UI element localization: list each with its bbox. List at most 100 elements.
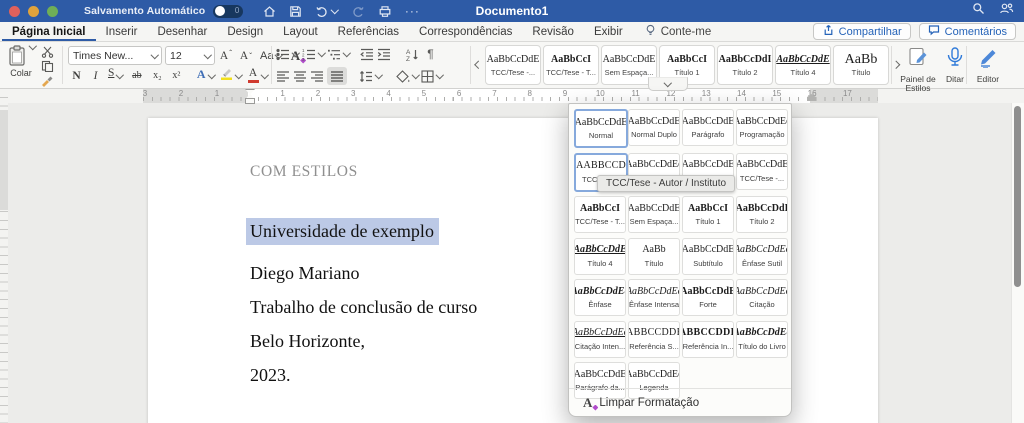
- font-color-button[interactable]: A: [246, 67, 270, 84]
- ribbon-tab[interactable]: Desenhar: [147, 22, 217, 41]
- clear-formatting-item[interactable]: A Limpar Formatação: [569, 388, 791, 416]
- minimize-window-button[interactable]: [28, 6, 39, 17]
- style-card[interactable]: AaBbCcDdI Título 2: [736, 196, 788, 233]
- more-commands-icon[interactable]: ···: [405, 6, 420, 16]
- decrease-indent-button[interactable]: [360, 48, 374, 61]
- style-gallery-card[interactable]: AaBbCcDdE Título 4: [775, 45, 831, 85]
- style-label: TCC/Tese - T...: [575, 217, 625, 226]
- style-card[interactable]: AaBbCcDdE TCC/Tese -...: [736, 153, 788, 190]
- font-size-select[interactable]: 12: [165, 46, 215, 65]
- ribbon-tab[interactable]: Referências: [328, 22, 409, 41]
- style-preview: AaBbCcDdE: [574, 369, 626, 381]
- show-paragraph-marks-button[interactable]: ¶: [423, 46, 439, 62]
- ribbon-tab[interactable]: Design: [217, 22, 273, 41]
- style-card[interactable]: AaBbCcDdEe Ênfase Intensa: [628, 279, 680, 316]
- style-card[interactable]: AABBCCDDEE Referência S...: [628, 321, 680, 358]
- save-icon[interactable]: [289, 5, 302, 18]
- style-card[interactable]: AaBbCcDdEe Título do Livro: [736, 321, 788, 358]
- selected-text[interactable]: Universidade de exemplo: [246, 218, 439, 245]
- style-card[interactable]: AaBbCcDdE Sem Espaça...: [628, 196, 680, 233]
- left-indent-marker[interactable]: [245, 98, 255, 104]
- share-presence-icon[interactable]: [999, 2, 1014, 20]
- document-line[interactable]: Belo Horizonte,: [250, 324, 477, 358]
- align-right-button[interactable]: [310, 70, 324, 83]
- ribbon-tab[interactable]: Layout: [273, 22, 328, 41]
- style-card[interactable]: AaBbCcDdEe Ênfase: [574, 279, 626, 316]
- style-card[interactable]: AaBbCcDdEe Citação Inten...: [574, 321, 626, 358]
- close-window-button[interactable]: [9, 6, 20, 17]
- style-card[interactable]: AaBbCcDdE Subtítulo: [682, 238, 734, 275]
- style-card[interactable]: AaBbCcI TCC/Tese - T...: [574, 196, 626, 233]
- style-card[interactable]: AaBbCcDdE Forte: [682, 279, 734, 316]
- justify-button[interactable]: [327, 67, 347, 85]
- gallery-scroll-left[interactable]: [474, 46, 483, 84]
- undo-dropdown-chevron[interactable]: [331, 6, 339, 14]
- line-spacing-button[interactable]: [359, 70, 382, 83]
- tell-me[interactable]: Conte-me: [645, 22, 712, 41]
- superscript-button[interactable]: x²: [168, 67, 185, 84]
- document-line[interactable]: 2023.: [250, 358, 477, 392]
- style-card[interactable]: AaBbCcDdE Parágrafo: [682, 109, 734, 146]
- style-card[interactable]: AaBbCcDdEe Programação: [736, 109, 788, 146]
- style-card[interactable]: AaBbCcI Título 1: [682, 196, 734, 233]
- ribbon-tab[interactable]: Correspondências: [409, 22, 522, 41]
- style-gallery-card[interactable]: AaBbCcDdI Título 2: [717, 45, 773, 85]
- style-card[interactable]: AaBbCcDdEe Citação: [736, 279, 788, 316]
- style-card[interactable]: AABBCCDDEE Referência In...: [682, 321, 734, 358]
- document-heading[interactable]: COM ESTILOS: [250, 163, 358, 181]
- document-line[interactable]: Diego Mariano: [250, 256, 477, 290]
- align-left-button[interactable]: [276, 70, 290, 83]
- ribbon-tab[interactable]: Exibir: [584, 22, 633, 41]
- format-painter-icon[interactable]: [40, 74, 54, 87]
- ribbon-tab[interactable]: Revisão: [522, 22, 584, 41]
- font-name-select[interactable]: Times New...: [68, 46, 162, 65]
- comments-button[interactable]: Comentários: [919, 23, 1016, 40]
- grow-font-button[interactable]: A⌃: [218, 47, 235, 64]
- cut-icon[interactable]: [40, 46, 54, 58]
- sort-button[interactable]: AZ: [405, 48, 420, 61]
- bullet-list-button[interactable]: [276, 48, 299, 61]
- style-card[interactable]: AaBbCcDdE Normal: [574, 109, 628, 148]
- highlight-button[interactable]: [218, 67, 244, 84]
- increase-indent-button[interactable]: [377, 48, 391, 61]
- styles-gallery-expander[interactable]: [648, 77, 688, 91]
- bold-button[interactable]: N: [68, 67, 85, 84]
- strikethrough-button[interactable]: ab: [127, 67, 147, 84]
- shading-button[interactable]: [396, 70, 419, 83]
- vertical-scrollbar[interactable]: [1011, 103, 1024, 423]
- print-icon[interactable]: [378, 5, 392, 18]
- selected-text-line[interactable]: Universidade de exemplo: [246, 221, 439, 242]
- style-card[interactable]: AaBbCcDdE Normal Duplo: [628, 109, 680, 146]
- ribbon-tab[interactable]: Página Inicial: [2, 22, 96, 41]
- style-gallery-card[interactable]: AaBb Título: [833, 45, 889, 85]
- multilevel-list-button[interactable]: [327, 48, 350, 61]
- ribbon-tab[interactable]: Inserir: [96, 22, 148, 41]
- italic-button[interactable]: I: [87, 67, 104, 84]
- ruler-number: 9: [547, 89, 582, 98]
- home-icon[interactable]: [263, 5, 276, 18]
- scrollbar-thumb[interactable]: [1014, 106, 1021, 287]
- undo-icon[interactable]: [315, 5, 338, 18]
- style-gallery-card[interactable]: AaBbCcI TCC/Tese - T...: [543, 45, 599, 85]
- shrink-font-button[interactable]: A⌄: [238, 47, 255, 64]
- style-card[interactable]: AaBbCcDdE Título 4: [574, 238, 626, 275]
- align-center-button[interactable]: [293, 70, 307, 83]
- editor-button[interactable]: Editor: [970, 46, 1006, 84]
- numbered-list-button[interactable]: 123: [302, 48, 325, 61]
- styles-pane-button[interactable]: Painel de Estilos: [895, 46, 941, 93]
- copy-icon[interactable]: [40, 60, 54, 72]
- underline-button[interactable]: S: [106, 67, 125, 84]
- zoom-window-button[interactable]: [47, 6, 58, 17]
- autosave-toggle[interactable]: 0: [213, 5, 243, 18]
- text-effects-button[interactable]: A: [195, 67, 216, 84]
- subscript-button[interactable]: x₂: [149, 67, 166, 84]
- paste-dropdown-chevron[interactable]: [29, 42, 37, 50]
- paste-button[interactable]: Colar: [5, 45, 37, 78]
- search-icon[interactable]: [972, 2, 985, 20]
- style-card[interactable]: AaBbCcDdEe Ênfase Sutil: [736, 238, 788, 275]
- document-line[interactable]: Trabalho de conclusão de curso: [250, 290, 477, 324]
- style-card[interactable]: AaBb Título: [628, 238, 680, 275]
- style-gallery-card[interactable]: AaBbCcDdE TCC/Tese -...: [485, 45, 541, 85]
- borders-button[interactable]: [421, 70, 443, 83]
- share-button[interactable]: Compartilhar: [813, 23, 911, 40]
